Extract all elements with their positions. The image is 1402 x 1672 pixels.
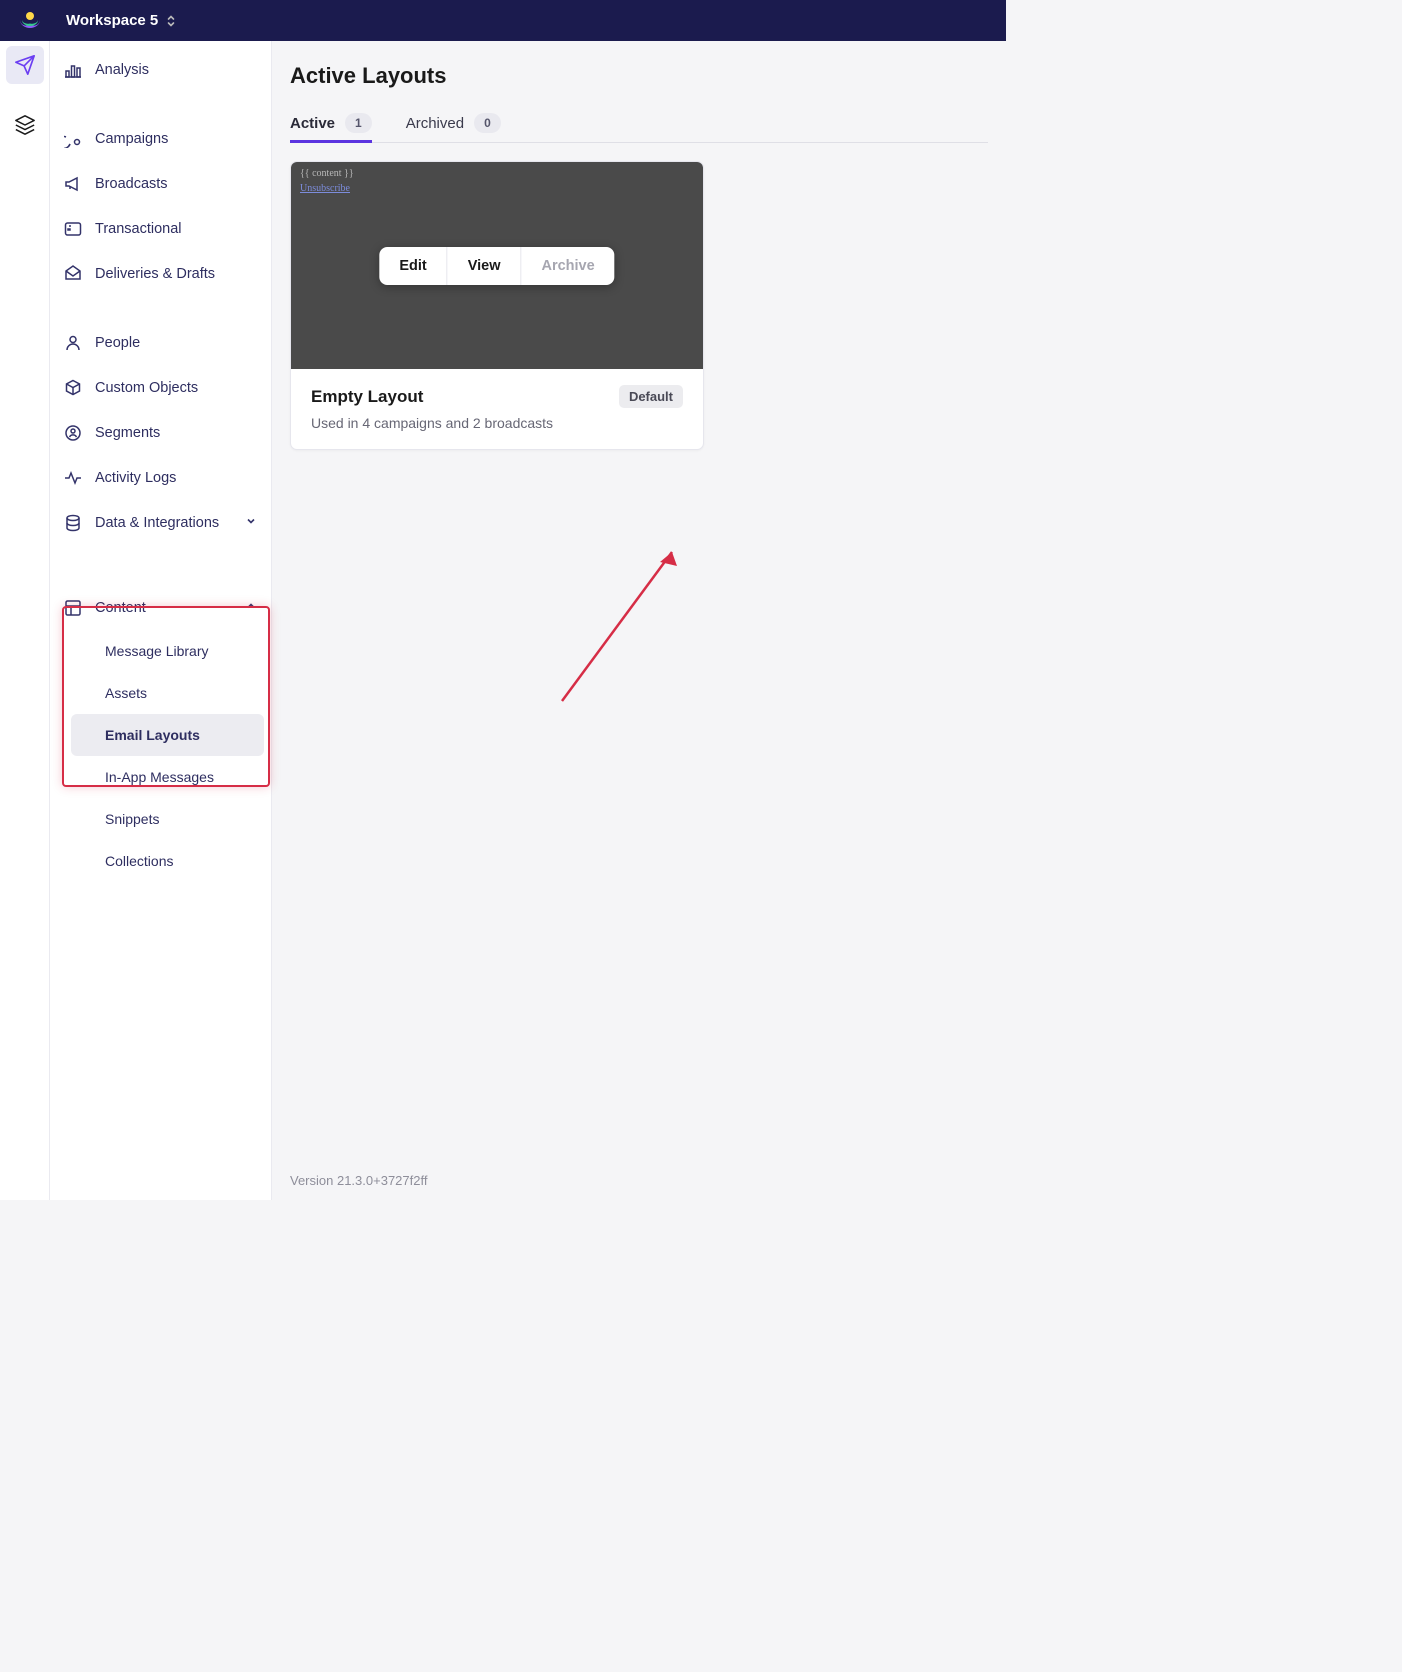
nav-snippets[interactable]: Snippets bbox=[71, 798, 264, 840]
workspace-selector[interactable]: Workspace 5 bbox=[66, 12, 176, 29]
nav-assets[interactable]: Assets bbox=[71, 672, 264, 714]
rail-layers[interactable] bbox=[6, 106, 44, 144]
layout-actions: Edit View Archive bbox=[379, 247, 614, 285]
tabs: Active 1 Archived 0 bbox=[290, 113, 988, 143]
archive-button[interactable]: Archive bbox=[520, 247, 614, 285]
layout-card-footer: Empty Layout Default Used in 4 campaigns… bbox=[291, 369, 703, 449]
nav-content-label: Content bbox=[95, 600, 146, 616]
tab-active[interactable]: Active 1 bbox=[290, 113, 372, 142]
nav-data-integrations[interactable]: Data & Integrations bbox=[50, 500, 271, 545]
campaigns-icon bbox=[64, 130, 82, 148]
layout-card: {{ content }} Unsubscribe Edit View Arch… bbox=[290, 161, 704, 450]
edit-button[interactable]: Edit bbox=[379, 247, 446, 285]
transactional-icon bbox=[64, 220, 82, 238]
page-title: Active Layouts bbox=[290, 63, 988, 89]
rail-send[interactable] bbox=[6, 46, 44, 84]
nav-snippets-label: Snippets bbox=[105, 811, 159, 827]
nav-campaigns-label: Campaigns bbox=[95, 131, 168, 147]
version-text: Version 21.3.0+3727f2ff bbox=[290, 1173, 988, 1188]
nav-people[interactable]: People bbox=[50, 320, 271, 365]
data-integrations-icon bbox=[64, 514, 82, 532]
nav-segments-label: Segments bbox=[95, 425, 160, 441]
nav-broadcasts-label: Broadcasts bbox=[95, 176, 168, 192]
layout-preview: {{ content }} Unsubscribe Edit View Arch… bbox=[291, 162, 703, 369]
chevron-updown-icon bbox=[166, 15, 176, 27]
nav-assets-label: Assets bbox=[105, 685, 147, 701]
nav-collections-label: Collections bbox=[105, 853, 173, 869]
nav-analysis-label: Analysis bbox=[95, 62, 149, 78]
broadcasts-icon bbox=[64, 175, 82, 193]
nav-content[interactable]: Content bbox=[50, 585, 271, 630]
preview-unsubscribe-link: Unsubscribe bbox=[300, 183, 694, 194]
nav-activity-logs-label: Activity Logs bbox=[95, 470, 176, 486]
nav-deliveries-label: Deliveries & Drafts bbox=[95, 266, 215, 282]
nav-data-integrations-label: Data & Integrations bbox=[95, 515, 219, 531]
default-badge: Default bbox=[619, 385, 683, 408]
tab-active-count: 1 bbox=[345, 113, 372, 133]
view-button[interactable]: View bbox=[447, 247, 521, 285]
nav-activity-logs[interactable]: Activity Logs bbox=[50, 455, 271, 500]
main-content: Active Layouts Active 1 Archived 0 {{ co… bbox=[272, 41, 1006, 1200]
nav-email-layouts[interactable]: Email Layouts bbox=[71, 714, 264, 756]
tab-archived-count: 0 bbox=[474, 113, 501, 133]
nav-transactional[interactable]: Transactional bbox=[50, 206, 271, 251]
activity-logs-icon bbox=[64, 469, 82, 487]
sidebar: Analysis Campaigns Broadcasts Transactio… bbox=[50, 41, 272, 1200]
nav-campaigns[interactable]: Campaigns bbox=[50, 116, 271, 161]
segments-icon bbox=[64, 424, 82, 442]
tab-archived[interactable]: Archived 0 bbox=[406, 113, 501, 142]
nav-message-library[interactable]: Message Library bbox=[71, 630, 264, 672]
nav-deliveries[interactable]: Deliveries & Drafts bbox=[50, 251, 271, 296]
workspace-name: Workspace 5 bbox=[66, 12, 158, 29]
chevron-up-icon bbox=[245, 600, 257, 616]
nav-message-library-label: Message Library bbox=[105, 643, 209, 659]
nav-custom-objects[interactable]: Custom Objects bbox=[50, 365, 271, 410]
nav-collections[interactable]: Collections bbox=[71, 840, 264, 882]
layout-name: Empty Layout bbox=[311, 387, 423, 407]
nav-segments[interactable]: Segments bbox=[50, 410, 271, 455]
icon-rail bbox=[0, 41, 50, 1200]
nav-transactional-label: Transactional bbox=[95, 221, 182, 237]
nav-people-label: People bbox=[95, 335, 140, 351]
deliveries-icon bbox=[64, 265, 82, 283]
nav-in-app-messages[interactable]: In-App Messages bbox=[71, 756, 264, 798]
preview-content-placeholder: {{ content }} bbox=[300, 168, 694, 179]
custom-objects-icon bbox=[64, 379, 82, 397]
nav-custom-objects-label: Custom Objects bbox=[95, 380, 198, 396]
tab-archived-label: Archived bbox=[406, 115, 464, 132]
layout-usage: Used in 4 campaigns and 2 broadcasts bbox=[311, 415, 683, 431]
annotation-arrow-icon bbox=[544, 526, 704, 716]
people-icon bbox=[64, 334, 82, 352]
logo-icon bbox=[18, 10, 40, 32]
content-icon bbox=[64, 599, 82, 617]
nav-analysis[interactable]: Analysis bbox=[50, 47, 271, 92]
topbar: Workspace 5 bbox=[0, 0, 1006, 41]
nav-broadcasts[interactable]: Broadcasts bbox=[50, 161, 271, 206]
tab-active-label: Active bbox=[290, 115, 335, 132]
nav-in-app-messages-label: In-App Messages bbox=[105, 769, 214, 785]
chevron-down-icon bbox=[245, 515, 257, 531]
analysis-icon bbox=[64, 61, 82, 79]
nav-email-layouts-label: Email Layouts bbox=[105, 727, 200, 743]
